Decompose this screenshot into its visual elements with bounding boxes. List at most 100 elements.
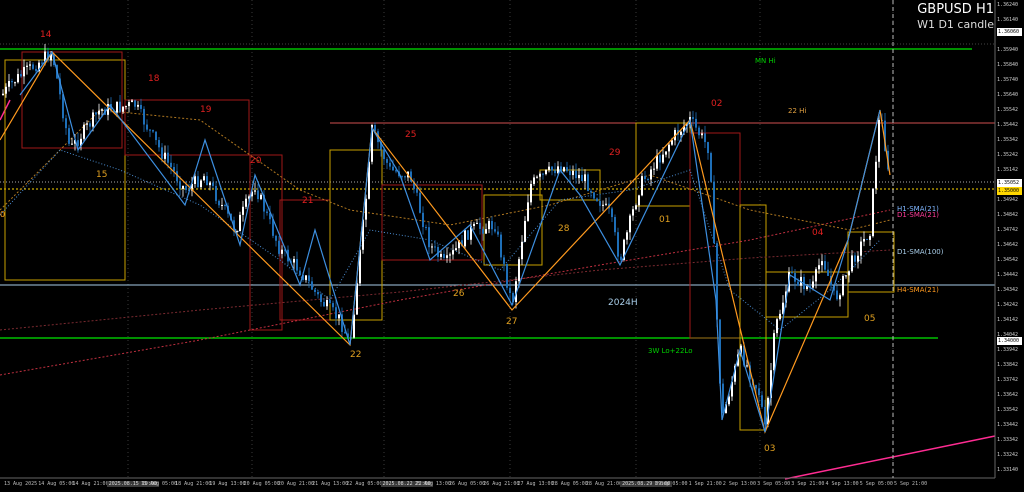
- candle-body: [41, 62, 43, 64]
- chart-title: GBPUSD H1 W1 D1 candle: [917, 2, 994, 32]
- price-label: 1.33342: [997, 436, 1019, 443]
- wave-label-red: 20: [250, 156, 262, 166]
- candle-body: [878, 119, 880, 162]
- candle-body: [773, 333, 775, 371]
- candle-body: [239, 214, 241, 232]
- price-label: 1.35342: [997, 136, 1019, 143]
- candle-body: [305, 275, 307, 280]
- zigzag-lines: [0, 50, 891, 434]
- candle-body: [617, 232, 619, 257]
- time-label: 13 Aug 2025: [4, 481, 38, 487]
- wave-label-red: 19: [200, 105, 212, 115]
- time-label: 27 Aug 13:00: [517, 481, 554, 487]
- candle-body: [425, 227, 427, 229]
- candle-body: [392, 166, 394, 171]
- candle-body: [275, 235, 277, 241]
- candle-box-1: [21, 51, 123, 149]
- candle-body: [821, 261, 823, 266]
- candle-body: [503, 257, 505, 264]
- candle-body: [338, 314, 340, 319]
- candle-body: [164, 152, 166, 159]
- wave-label-yellow: 27: [506, 317, 518, 327]
- time-label: 28 Aug 05:00: [551, 481, 588, 487]
- candle-body: [242, 206, 244, 215]
- candlesticks: [2, 44, 889, 428]
- price-levels: [0, 43, 996, 480]
- candle-body: [26, 65, 28, 67]
- wave-label-yellow: 22: [350, 350, 362, 360]
- candle-body: [278, 240, 280, 254]
- d1-sma-100-label: D1-SMA(100): [897, 248, 944, 256]
- price-label: 1.34242: [997, 301, 1019, 308]
- price-marker-highlight-mid2: 1.35000: [997, 187, 1022, 195]
- candle-body: [656, 155, 658, 169]
- time-label: 20 Aug 05:00: [243, 481, 280, 487]
- mn-high-label: MN Hi: [755, 57, 776, 65]
- candle-body: [137, 104, 139, 107]
- w3-low-label: 3W Lo+22Lo: [648, 347, 693, 355]
- time-label: 14 Aug 21:00: [72, 481, 109, 487]
- price-label: 1.35840: [997, 62, 1019, 68]
- candle-body: [221, 205, 223, 207]
- candle-body: [218, 200, 220, 206]
- price-label: 1.33242: [997, 451, 1019, 458]
- candle-body: [431, 246, 433, 248]
- wave-label-red: 29: [609, 148, 621, 158]
- candle-body: [521, 241, 523, 260]
- candle-body: [257, 190, 259, 200]
- wave-label-red: 18: [148, 74, 160, 84]
- wave-label-red: 02: [711, 99, 723, 109]
- candle-body: [365, 198, 367, 220]
- time-label: 3 Sep 21:00: [791, 481, 825, 487]
- candle-body: [323, 301, 325, 307]
- time-label: 2 Sep 13:00: [722, 481, 756, 487]
- candle-body: [494, 229, 496, 232]
- candle-body: [449, 254, 451, 256]
- candle-body: [482, 228, 484, 234]
- wave-label-yellow: 26: [453, 289, 465, 299]
- candle-body: [581, 174, 583, 182]
- candle-body: [212, 182, 214, 186]
- candle-body: [827, 269, 829, 276]
- pane-edge-marker: 0: [0, 210, 6, 219]
- candle-body: [215, 185, 217, 201]
- candle-body: [668, 144, 670, 152]
- time-label: 26 Aug 21:00: [483, 481, 520, 487]
- price-label: 1.34142: [997, 316, 1019, 323]
- candle-body: [416, 188, 418, 193]
- wave-label-yellow: 28: [558, 224, 570, 234]
- candle-body: [650, 169, 652, 180]
- candle-body: [179, 181, 181, 189]
- d1-sma-21-label: D1-SMA(21): [897, 211, 940, 219]
- candle-body: [551, 166, 553, 171]
- candle-body: [245, 198, 247, 207]
- candle-body: [632, 209, 634, 216]
- symbol-timeframe: GBPUSD H1: [917, 2, 994, 17]
- candle-body: [185, 185, 187, 191]
- candle-body: [506, 263, 508, 288]
- candle-body: [293, 258, 295, 263]
- candle-body: [620, 256, 622, 260]
- price-label: 1.33842: [997, 361, 1019, 368]
- candle-body: [92, 112, 94, 127]
- candle-body: [281, 249, 283, 254]
- candle-body: [527, 202, 529, 221]
- candle-body: [29, 64, 31, 66]
- h4-sma-line: [0, 109, 891, 231]
- time-label: 15 Aug 05:00: [140, 481, 178, 487]
- candle-body: [605, 203, 607, 205]
- candle-body: [65, 118, 67, 129]
- candle-body: [452, 250, 454, 255]
- candle-body: [467, 230, 469, 240]
- candle-body: [155, 131, 157, 141]
- candle-body: [875, 161, 877, 189]
- candle-body: [308, 275, 310, 282]
- candle-body: [497, 231, 499, 235]
- candle-body: [158, 140, 160, 148]
- candle-body: [149, 129, 151, 131]
- price-label: 1.35142: [997, 166, 1019, 173]
- zigzag-orange: [0, 51, 891, 434]
- price-label: 1.34542: [997, 256, 1019, 263]
- time-label: 21 Aug 13:00: [312, 481, 349, 487]
- candle-body: [20, 74, 22, 77]
